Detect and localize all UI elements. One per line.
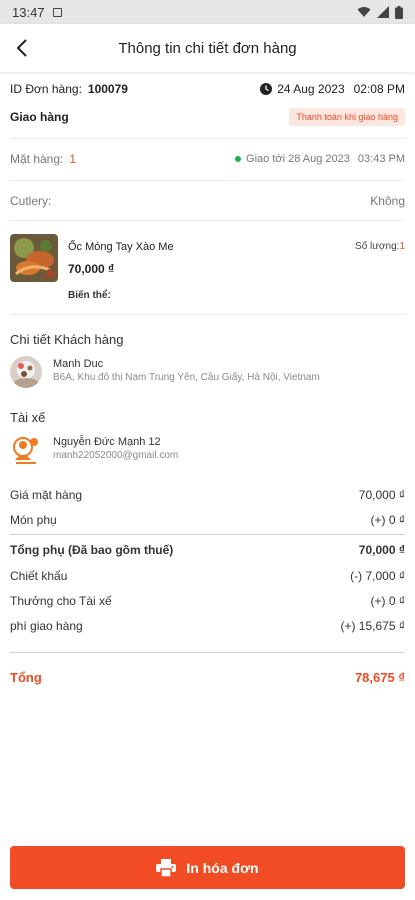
addon-row: Món phụ (+) 0 ₫ (10, 513, 405, 527)
driver-avatar (10, 434, 42, 466)
cutlery-value: Không (370, 194, 405, 208)
signal-icon (377, 6, 389, 18)
customer-section-title: Chi tiết Khách hàng (10, 332, 124, 347)
driver-name: Nguyễn Đức Mạnh 12 (53, 436, 161, 448)
cutlery-label: Cutlery: (10, 194, 52, 208)
product-price: 70,000 ₫ (68, 262, 115, 276)
item-price-value: 70,000 ₫ (358, 488, 405, 502)
item-price-label: Giá mặt hàng (10, 488, 83, 502)
product-name: Ốc Móng Tay Xào Me (68, 241, 174, 253)
quantity-value: 1 (399, 241, 405, 252)
driver-tip-row: Thưởng cho Tài xế (+) 0 ₫ (10, 594, 405, 608)
discount-value: (-) 7,000 ₫ (350, 569, 405, 583)
product-quantity: Số lượng:1 (355, 241, 405, 252)
wifi-icon (357, 7, 371, 17)
addon-label: Món phụ (10, 513, 57, 527)
divider (10, 220, 405, 221)
order-date: 24 Aug 2023 (277, 82, 345, 96)
subtotal-value: 70,000 ₫ (358, 543, 405, 557)
battery-icon (395, 5, 403, 19)
total-label: Tổng (10, 670, 42, 685)
app-bar: Thông tin chi tiết đơn hàng (0, 24, 415, 72)
status-time: 13:47 (12, 4, 45, 20)
driver-info: Nguyễn Đức Mạnh 12 manh22052000@gmail.co… (10, 434, 405, 470)
subtotal-row: Tổng phụ (Đã bao gồm thuế) 70,000 ₫ (10, 543, 405, 557)
back-button[interactable] (0, 24, 44, 72)
status-bar: 13:47 (0, 0, 415, 24)
print-invoice-label: In hóa đơn (186, 859, 259, 876)
addon-value: (+) 0 ₫ (370, 513, 406, 527)
delivery-fee-label: phí giao hàng (10, 619, 83, 633)
delivery-type-row: Giao hàng Thanh toán khi giao hàng (10, 108, 405, 126)
discount-label: Chiết khấu (10, 569, 68, 583)
items-row: Mặt hàng: 1 Giao tới 28 Aug 2023 03:43 P… (10, 152, 405, 166)
product-item[interactable]: Ốc Móng Tay Xào Me 70,000 ₫ Biến thể: Số… (10, 234, 405, 301)
delivery-fee-value: (+) 15,675 ₫ (340, 619, 405, 633)
subtotal-label: Tổng phụ (Đã bao gồm thuế) (10, 543, 174, 557)
customer-name: Manh Duc (53, 358, 104, 370)
total-value: 78,675 ₫ (354, 670, 405, 685)
customer-info: Manh Duc B6A, Khu đô thị Nam Trung Yên, … (10, 356, 405, 392)
quantity-label: Số lượng: (355, 241, 400, 252)
discount-row: Chiết khấu (-) 7,000 ₫ (10, 569, 405, 583)
order-id-row: ID Đơn hàng: 100079 24 Aug 2023 02:08 PM (10, 82, 405, 96)
delivered-to: Giao tới 28 Aug 2023 03:43 PM (235, 153, 405, 165)
driver-tip-label: Thưởng cho Tài xế (10, 594, 112, 608)
order-id-label: ID Đơn hàng: (10, 82, 82, 96)
clock-icon (260, 83, 273, 95)
divider (10, 314, 405, 315)
print-invoice-button[interactable]: In hóa đơn (10, 846, 405, 889)
driver-tip-value: (+) 0 ₫ (370, 594, 406, 608)
delivery-fee-row: phí giao hàng (+) 15,675 ₫ (10, 619, 405, 633)
status-icons (357, 5, 403, 19)
payment-method-badge: Thanh toán khi giao hàng (289, 108, 405, 126)
sim-icon (52, 7, 62, 17)
cutlery-row: Cutlery: Không (10, 194, 405, 208)
delivery-type: Giao hàng (10, 110, 69, 124)
product-image (10, 234, 58, 282)
order-id-value: 100079 (87, 82, 128, 96)
item-price-row: Giá mặt hàng 70,000 ₫ (10, 488, 405, 502)
order-datetime: 24 Aug 2023 02:08 PM (260, 82, 405, 96)
divider (10, 534, 405, 535)
printer-icon (156, 858, 177, 877)
total-row: Tổng 78,675 ₫ (10, 670, 405, 685)
product-variant-label: Biến thể: (68, 290, 111, 301)
driver-email: manh22052000@gmail.com (53, 450, 179, 461)
divider (10, 180, 405, 181)
arrow-left-icon (16, 39, 27, 57)
divider (10, 652, 405, 653)
delivered-time: 03:43 PM (357, 153, 405, 165)
items-label: Mặt hàng: (10, 152, 64, 166)
page-title: Thông tin chi tiết đơn hàng (118, 39, 297, 57)
status-dot-icon (235, 156, 242, 162)
delivered-date: Giao tới 28 Aug 2023 (246, 153, 350, 165)
driver-section-title: Tài xế (10, 410, 46, 425)
divider (10, 138, 405, 139)
order-time: 02:08 PM (353, 82, 405, 96)
customer-address: B6A, Khu đô thị Nam Trung Yên, Cầu Giấy,… (53, 372, 320, 383)
customer-avatar (10, 356, 42, 388)
items-count: 1 (69, 152, 77, 166)
